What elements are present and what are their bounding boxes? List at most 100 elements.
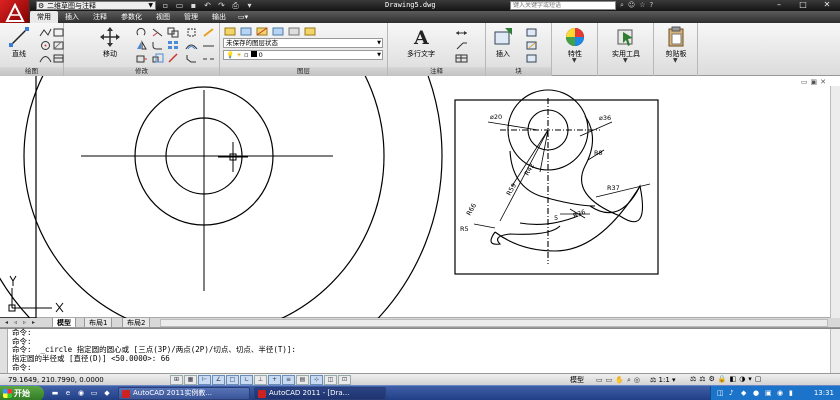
create-block-icon[interactable] (524, 26, 537, 37)
network-icon[interactable]: ◫ (717, 388, 726, 398)
annotation-monitor-toggle[interactable]: ⊡ (338, 375, 351, 385)
restore-viewport-icon[interactable]: ▣ (811, 78, 818, 86)
ie-icon[interactable]: e (63, 388, 73, 398)
layers-panel-title[interactable]: 图层 (220, 67, 387, 76)
command-line-window[interactable]: 命令: 命令: 命令: _circle 指定圆的圆心或 [三点(3P)/两点(2… (0, 328, 840, 373)
status-menu-icon[interactable]: ▾ (748, 375, 752, 383)
chevron-down-icon[interactable]: ▼ (623, 57, 628, 64)
annotation-table-icon[interactable] (454, 52, 468, 63)
current-layer-dropdown[interactable]: 💡 ☀ ▫ 0 ▼ (223, 50, 383, 60)
quick-view-layouts-icon[interactable]: ▭ (596, 375, 603, 385)
arc-tool-icon[interactable] (38, 52, 52, 63)
maximize-icon[interactable]: □ (792, 0, 814, 10)
circle-tool-icon[interactable] (38, 39, 51, 50)
undo-icon[interactable]: ↶ (202, 0, 213, 11)
new-file-icon[interactable]: ▫ (160, 0, 171, 11)
break-icon[interactable] (201, 52, 214, 63)
horizontal-scrollbar[interactable] (160, 319, 828, 327)
clipboard-button[interactable]: 剪贴板 (657, 26, 695, 59)
pan-icon[interactable]: ✋ (615, 375, 624, 385)
desktop-icon[interactable]: ▬ (50, 388, 60, 398)
tab-output[interactable]: 输出 (205, 11, 233, 23)
clock[interactable]: 13:31 (814, 386, 834, 400)
star-icon[interactable]: ☆ (639, 0, 645, 11)
start-button[interactable]: 开始 (0, 386, 44, 400)
line-tool-button[interactable]: 直线 (1, 26, 37, 59)
command-prompt-input[interactable]: 命令: (12, 363, 840, 373)
minimize-icon[interactable]: – (768, 0, 790, 10)
redo-icon[interactable]: ↷ (216, 0, 227, 11)
workspace-switching-icon[interactable]: ⚙ (709, 375, 715, 383)
last-tab-icon[interactable]: ▸ (29, 319, 38, 327)
chevron-down-icon[interactable]: ▼ (673, 57, 678, 64)
input-method-icon[interactable]: ▣ (765, 388, 774, 398)
copy-icon[interactable] (166, 26, 179, 38)
first-tab-icon[interactable]: ◂ (2, 319, 11, 327)
chevron-down-icon[interactable]: ▼ (572, 57, 577, 64)
polyline-icon[interactable] (38, 26, 52, 37)
draw-panel-title[interactable]: 绘图 (0, 67, 63, 76)
layer-state-dropdown[interactable]: 未保存的图层状态 ▼ (223, 38, 383, 48)
modify-panel-title[interactable]: 修改 (64, 67, 219, 76)
tab-manage[interactable]: 管理 (177, 11, 205, 23)
command-line-grip[interactable] (0, 329, 8, 373)
lock-icon[interactable]: 🔒 (718, 375, 727, 383)
quick-view-drawings-icon[interactable]: ▭ (606, 375, 613, 385)
security-icon[interactable]: ◆ (741, 388, 750, 398)
polar-tracking-toggle[interactable]: ∠ (212, 375, 225, 385)
auto-scale-icon[interactable]: ⚖ (699, 375, 705, 383)
circle-drawing[interactable] (0, 76, 443, 318)
annotation-panel-title[interactable]: 注释 (388, 67, 485, 76)
block-attribute-icon[interactable] (524, 52, 537, 63)
close-icon[interactable]: ✕ (816, 0, 838, 10)
ribbon-toggle-icon[interactable]: ▭▾ (233, 11, 253, 23)
insert-block-button[interactable]: 插入 (486, 26, 520, 59)
search-icon[interactable]: ⌕ (620, 0, 624, 11)
close-viewport-icon[interactable]: ✕ (820, 78, 826, 86)
tab-home[interactable]: 常用 (30, 11, 58, 23)
drawing-area[interactable]: ⌀20 ⌀36 R8 R37 R42 R59 R66 R5 R36 5 (0, 76, 830, 318)
vertical-scrollbar[interactable] (830, 86, 840, 318)
multileader-icon[interactable] (454, 39, 467, 50)
layer-previous-icon[interactable] (239, 25, 252, 36)
save-icon[interactable]: ▪ (188, 0, 199, 11)
block-panel-title[interactable]: 块 (486, 67, 551, 76)
tab-view[interactable]: 视图 (149, 11, 177, 23)
explode-icon[interactable] (184, 26, 197, 37)
trim-icon[interactable] (150, 26, 163, 37)
battery-icon[interactable]: ▮ (789, 388, 798, 398)
snap-mode-toggle[interactable]: ⊞ (170, 375, 183, 385)
dynamic-ucs-toggle[interactable]: ⊥ (254, 375, 267, 385)
steering-wheel-icon[interactable]: ◎ (634, 375, 640, 385)
object-snap-tracking-toggle[interactable]: ∟ (240, 375, 253, 385)
array-icon[interactable] (166, 39, 179, 50)
zoom-icon[interactable]: ⌕ (627, 375, 631, 385)
dimension-icon[interactable] (454, 26, 467, 37)
tab-layout2[interactable]: 布局2 (122, 318, 151, 328)
fillet-icon[interactable] (150, 39, 163, 50)
table-icon[interactable] (51, 52, 64, 63)
hardware-acceleration-icon[interactable]: ◧ (730, 375, 737, 383)
layer-off-icon[interactable] (287, 25, 300, 36)
move-tool-button[interactable]: 移动 (92, 26, 128, 59)
object-snap-toggle[interactable]: □ (226, 375, 239, 385)
prev-tab-icon[interactable]: ◃ (11, 319, 20, 327)
chamfer-icon[interactable] (184, 52, 197, 63)
update-icon[interactable]: ● (753, 388, 762, 398)
media-icon[interactable]: ◉ (76, 388, 86, 398)
command-line-scrollbar[interactable] (830, 329, 840, 373)
tab-layout1[interactable]: 布局1 (84, 318, 113, 328)
outer-circle[interactable] (0, 76, 443, 318)
tab-annotate[interactable]: 注释 (86, 11, 114, 23)
layer-freeze-icon[interactable] (271, 25, 284, 36)
rectangle-icon[interactable] (51, 26, 64, 37)
help-search-input[interactable]: 键入关键字或短语 (510, 1, 616, 10)
tab-insert[interactable]: 插入 (58, 11, 86, 23)
layer-isolate-icon[interactable] (255, 25, 268, 36)
folder-icon[interactable]: ▭ (89, 388, 99, 398)
workspace-switcher[interactable]: ⚙ 二维草图与注释 ▼ (36, 1, 156, 10)
mirror-icon[interactable] (134, 39, 147, 50)
annotation-visibility-icon[interactable]: ⚖ (690, 375, 696, 383)
user-icon[interactable]: ☺ (628, 0, 635, 11)
scale-icon[interactable] (150, 52, 164, 63)
